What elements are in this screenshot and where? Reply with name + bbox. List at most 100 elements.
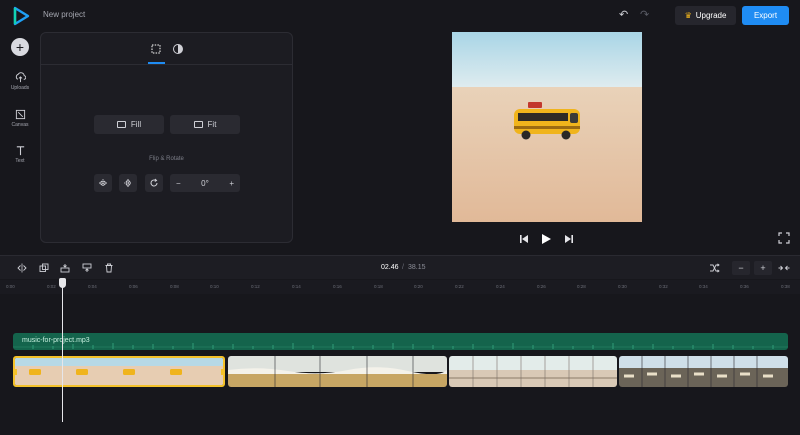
shore-clip-thumbnails bbox=[228, 356, 447, 387]
timeline-toolbar: 02.46 / 38.15 − + bbox=[0, 255, 800, 279]
trim-start-button[interactable] bbox=[58, 261, 72, 275]
fit-icon bbox=[193, 121, 203, 128]
ruler-tick: 0:18 bbox=[374, 284, 383, 289]
flip-rotate-label: Flip & Rotate bbox=[149, 156, 184, 162]
duplicate-icon bbox=[39, 263, 49, 272]
video-preview[interactable] bbox=[452, 32, 642, 222]
playback-controls bbox=[518, 232, 576, 244]
video-clip-beach[interactable] bbox=[449, 356, 617, 387]
fill-icon bbox=[116, 121, 126, 128]
trim-start-icon bbox=[60, 264, 70, 273]
properties-panel: Fill Fit Flip & Rotate − 0° + bbox=[40, 32, 293, 243]
sidebar-item-canvas[interactable]: Canvas bbox=[2, 109, 38, 128]
video-clip-bus[interactable] bbox=[13, 356, 225, 387]
ruler-tick: 0:10 bbox=[210, 284, 219, 289]
rotation-stepper[interactable]: − 0° + bbox=[170, 174, 240, 192]
text-icon bbox=[16, 146, 24, 156]
time-separator: / bbox=[402, 264, 404, 271]
playhead-line[interactable] bbox=[62, 280, 63, 422]
trim-end-button[interactable] bbox=[80, 261, 94, 275]
redo-icon[interactable]: ↷ bbox=[640, 9, 652, 21]
video-clip-shore[interactable] bbox=[228, 356, 447, 387]
ruler-tick: 0:12 bbox=[251, 284, 260, 289]
fit-timeline-icon bbox=[778, 265, 790, 271]
current-time: 02.46 bbox=[381, 264, 399, 271]
timeline-ruler[interactable]: 0:00 0:02 0:04 0:06 0:08 0:10 0:12 0:14 … bbox=[0, 280, 800, 294]
ruler-tick: 0:04 bbox=[88, 284, 97, 289]
undo-icon[interactable]: ↶ bbox=[619, 9, 631, 21]
zoom-in-button[interactable]: + bbox=[754, 261, 772, 275]
split-icon bbox=[17, 263, 27, 273]
video-clip-city[interactable] bbox=[619, 356, 788, 387]
ruler-tick: 0:08 bbox=[170, 284, 179, 289]
bus-clip-thumbnails bbox=[15, 358, 223, 385]
trim-end-icon bbox=[82, 263, 92, 272]
canvas-icon bbox=[15, 109, 25, 120]
ruler-tick: 0:00 bbox=[6, 284, 15, 289]
sidebar-item-text[interactable]: Text bbox=[2, 145, 38, 164]
ruler-tick: 0:34 bbox=[699, 284, 708, 289]
contrast-icon[interactable] bbox=[171, 42, 185, 56]
panel-divider bbox=[41, 64, 292, 65]
rotation-increase-button[interactable]: + bbox=[229, 179, 234, 188]
play-icon[interactable] bbox=[542, 234, 551, 244]
flip-vertical-icon bbox=[124, 178, 132, 188]
ruler-tick: 0:14 bbox=[292, 284, 301, 289]
ruler-tick: 0:06 bbox=[129, 284, 138, 289]
rotate-button[interactable] bbox=[145, 174, 163, 192]
audio-track[interactable]: music-for-project.mp3 bbox=[13, 333, 788, 350]
flip-horizontal-icon bbox=[98, 179, 108, 187]
ruler-tick: 0:22 bbox=[455, 284, 464, 289]
beach-clip-thumbnails bbox=[449, 356, 617, 387]
zoom-out-button[interactable]: − bbox=[732, 261, 750, 275]
crop-grid-icon[interactable] bbox=[149, 42, 163, 56]
city-clip-thumbnails bbox=[619, 356, 788, 387]
delete-button[interactable] bbox=[102, 261, 116, 275]
ruler-tick: 0:30 bbox=[618, 284, 627, 289]
fullscreen-icon[interactable] bbox=[778, 232, 790, 244]
sidebar-item-label: Uploads bbox=[10, 85, 30, 91]
audio-track-label: music-for-project.mp3 bbox=[22, 337, 90, 344]
ruler-tick: 0:26 bbox=[537, 284, 546, 289]
fill-label: Fill bbox=[130, 120, 142, 129]
trash-icon bbox=[105, 263, 113, 273]
rotation-decrease-button[interactable]: − bbox=[176, 179, 181, 188]
total-time: 38.15 bbox=[408, 264, 426, 271]
flip-vertical-button[interactable] bbox=[119, 174, 137, 192]
rotation-value[interactable]: 0° bbox=[201, 179, 209, 188]
shuffle-button[interactable] bbox=[707, 261, 721, 275]
flip-horizontal-button[interactable] bbox=[94, 174, 112, 192]
project-name[interactable]: New project bbox=[43, 10, 85, 19]
shuffle-icon bbox=[709, 263, 720, 273]
upgrade-button[interactable]: ♛ Upgrade bbox=[675, 6, 736, 25]
upload-icon bbox=[15, 72, 26, 83]
export-button[interactable]: Export bbox=[742, 6, 789, 25]
ruler-tick: 0:20 bbox=[414, 284, 423, 289]
fit-label: Fit bbox=[207, 120, 217, 129]
upgrade-label: Upgrade bbox=[695, 11, 727, 20]
ruler-tick: 0:38 bbox=[781, 284, 790, 289]
sidebar-item-uploads[interactable]: Uploads bbox=[2, 72, 38, 91]
skip-forward-icon[interactable] bbox=[565, 235, 573, 243]
fill-button[interactable]: Fill bbox=[94, 115, 164, 134]
add-media-button[interactable]: + bbox=[11, 38, 29, 56]
sidebar-item-label: Canvas bbox=[11, 122, 29, 128]
sidebar-item-label: Text bbox=[15, 158, 25, 164]
duplicate-button[interactable] bbox=[37, 261, 51, 275]
ruler-tick: 0:28 bbox=[577, 284, 586, 289]
playhead-handle[interactable] bbox=[59, 278, 66, 288]
ruler-tick: 0:02 bbox=[47, 284, 56, 289]
split-button[interactable] bbox=[15, 261, 29, 275]
skip-back-icon[interactable] bbox=[520, 235, 528, 243]
audio-waveform bbox=[13, 343, 788, 349]
top-bar: New project ↶ ↷ ♛ Upgrade Export bbox=[0, 0, 800, 32]
fit-button[interactable]: Fit bbox=[170, 115, 240, 134]
ruler-tick: 0:36 bbox=[740, 284, 749, 289]
crown-icon: ♛ bbox=[684, 11, 692, 20]
ruler-tick: 0:16 bbox=[333, 284, 342, 289]
rotate-icon bbox=[150, 178, 158, 187]
ruler-tick: 0:32 bbox=[659, 284, 668, 289]
app-logo-icon[interactable] bbox=[11, 6, 31, 26]
ruler-tick: 0:24 bbox=[496, 284, 505, 289]
fit-timeline-button[interactable] bbox=[777, 261, 791, 275]
